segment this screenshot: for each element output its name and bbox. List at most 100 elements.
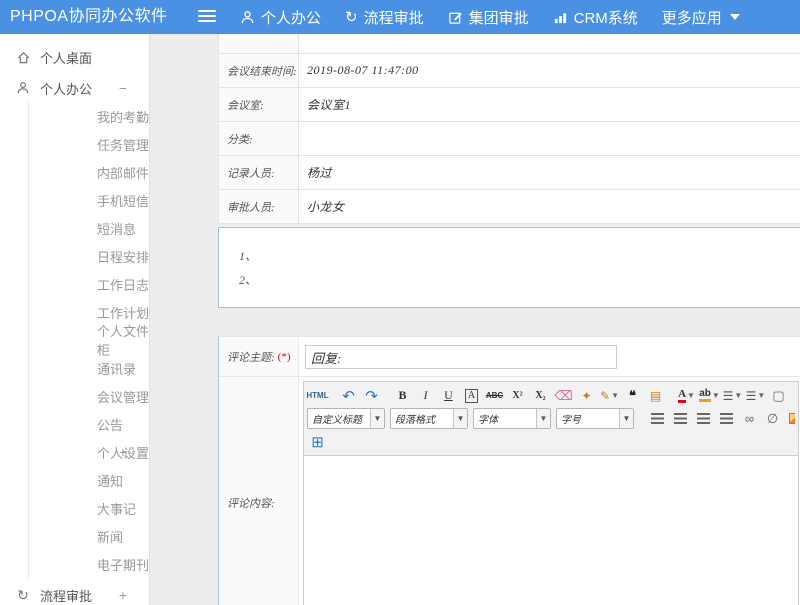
sidebar-item-label: 任务管理 [97,135,149,154]
row-label: 审批人员: [219,190,299,223]
nav-workflow-approval[interactable]: ↻ 流程审批 [345,7,424,28]
sidebar-item-7[interactable]: 日程安排 [28,242,149,270]
app-root: PHPOA协同办公软件 个人办公 ↻ 流程审批 集团审批 [0,0,800,605]
meeting-notes-box: 1、2、 [218,227,800,308]
chevron-down-icon: ▼ [611,391,619,400]
ordered-list-button[interactable]: ☰▼ [722,386,743,406]
sidebar-item-label: 短消息 [97,219,136,238]
paste-text-button[interactable]: ▤ [645,386,666,406]
sidebar-item-1[interactable]: 个人办公− [0,74,149,102]
comment-subject-label: 评论主题: (*) [219,337,299,376]
italic-button[interactable]: I [415,386,436,406]
unlink-button[interactable]: ∅ [762,409,783,429]
font-color-button[interactable]: A▼ [676,386,697,406]
chevron-down-icon[interactable]: ▼ [536,409,550,428]
sidebar-item-12[interactable]: 会议管理 [28,382,149,410]
redo-button[interactable]: ↷ [361,386,382,406]
sidebar-item-2[interactable]: 我的考勤 [28,102,149,130]
custom-heading-select[interactable]: 自定义标题▼ [307,408,385,429]
new-page-button[interactable]: ▢ [768,386,789,406]
align-left-button[interactable] [647,409,668,429]
sidebar-item-10[interactable]: 个人文件柜 [28,326,149,354]
strikethrough-button[interactable]: ABC [484,386,505,406]
chart-icon [553,10,568,25]
sidebar-item-11[interactable]: 通讯录 [28,354,149,382]
menu-toggle-icon[interactable] [198,10,216,24]
sidebar-item-13[interactable]: 公告 [28,410,149,438]
chevron-down-icon: ▼ [734,391,742,400]
chevron-down-icon[interactable]: ▼ [453,409,467,428]
unordered-list-button[interactable]: ☰▼ [745,386,766,406]
row-value: 会议室1 [299,88,800,121]
collapse-icon[interactable]: − [119,80,127,96]
paragraph-format-select[interactable]: 段落格式▼ [390,408,468,429]
sidebar-item-label: 工作计划 [97,303,149,322]
sidebar-item-label: 通知 [97,471,123,490]
link-button[interactable]: ∞ [739,409,760,429]
bold-button[interactable]: B [392,386,413,406]
user-icon [240,10,255,25]
chevron-down-icon[interactable]: ▼ [370,409,384,428]
image-button[interactable] [785,409,795,429]
table-row: 记录人员:杨过 [219,156,800,190]
cycle-icon: ↻ [345,10,358,25]
insert-table-button[interactable]: ⊞ [307,432,328,452]
main-content: 会议结束时间:2019-08-07 11:47:00会议室:会议室1分类:记录人… [150,34,800,605]
sidebar-item-6[interactable]: 短消息 [28,214,149,242]
sidebar-item-15[interactable]: 通知 [28,466,149,494]
sidebar-item-8[interactable]: 工作日志 [28,270,149,298]
highlight-color-button[interactable]: ab▼ [699,386,720,406]
chevron-down-icon[interactable]: ▼ [619,409,633,428]
note-line: 2、 [239,268,800,292]
edit-icon [448,10,463,25]
clear-format-button[interactable]: ✦ [576,386,597,406]
char-border-button[interactable]: A [461,386,482,406]
row-value [299,122,800,155]
cycle-icon: ↻ [14,588,32,602]
blockquote-button[interactable]: ❝ [622,386,643,406]
app-title: PHPOA协同办公软件 [10,0,168,34]
note-line: 1、 [239,244,800,268]
expand-icon[interactable]: + [119,587,127,603]
row-label: 会议结束时间: [219,54,299,87]
caret-down-icon [730,14,740,20]
font-size-select[interactable]: 字号▼ [556,408,634,429]
sidebar-item-19[interactable]: ↻流程审批+ [0,581,149,605]
align-right-button[interactable] [693,409,714,429]
sidebar: 个人桌面个人办公−我的考勤任务管理内部邮件手机短信短消息日程安排工作日志工作计划… [0,34,150,605]
superscript-button[interactable]: X² [507,386,528,406]
table-row [219,34,800,54]
sidebar-item-3[interactable]: 任务管理 [28,130,149,158]
undo-button[interactable]: ↶ [338,386,359,406]
sidebar-item-label: 个人桌面 [40,48,92,67]
chevron-down-icon: ▼ [757,391,765,400]
html-source-button[interactable]: HTML [307,386,328,406]
sidebar-item-5[interactable]: 手机短信 [28,186,149,214]
sidebar-item-17[interactable]: 新闻 [28,522,149,550]
table-row: 分类: [219,122,800,156]
comment-subject-input[interactable] [305,345,617,369]
editor-content-area[interactable] [304,456,798,605]
editor-toolbar: HTML↶↷BIUAABCX²X₂⌫✦✎▼❝▤A▼ab▼☰▼☰▼▢▣ 自定义标题… [304,382,798,456]
align-center-button[interactable] [670,409,691,429]
align-justify-button[interactable] [716,409,737,429]
expand-icon[interactable]: + [119,444,127,460]
nav-more-apps[interactable]: 更多应用 [662,7,740,28]
sidebar-item-label: 新闻 [97,527,123,546]
sidebar-item-18[interactable]: 电子期刊 [28,550,149,578]
sidebar-item-0[interactable]: 个人桌面 [0,43,149,71]
sidebar-item-14[interactable]: 个人设置+ [28,438,149,466]
underline-button[interactable]: U [438,386,459,406]
sidebar-item-4[interactable]: 内部邮件 [28,158,149,186]
font-family-select[interactable]: 字体▼ [473,408,551,429]
nav-crm-system[interactable]: CRM系统 [553,7,638,28]
nav-group-approval[interactable]: 集团审批 [448,7,529,28]
eraser-button[interactable]: ⌫ [553,386,574,406]
nav-personal-office[interactable]: 个人办公 [240,7,321,28]
sidebar-item-16[interactable]: 大事记 [28,494,149,522]
chevron-down-icon: ▼ [712,391,720,400]
subscript-button[interactable]: X₂ [530,386,551,406]
top-bar: PHPOA协同办公软件 个人办公 ↻ 流程审批 集团审批 [0,0,800,34]
row-value [299,34,800,53]
paint-format-button[interactable]: ✎▼ [599,386,620,406]
